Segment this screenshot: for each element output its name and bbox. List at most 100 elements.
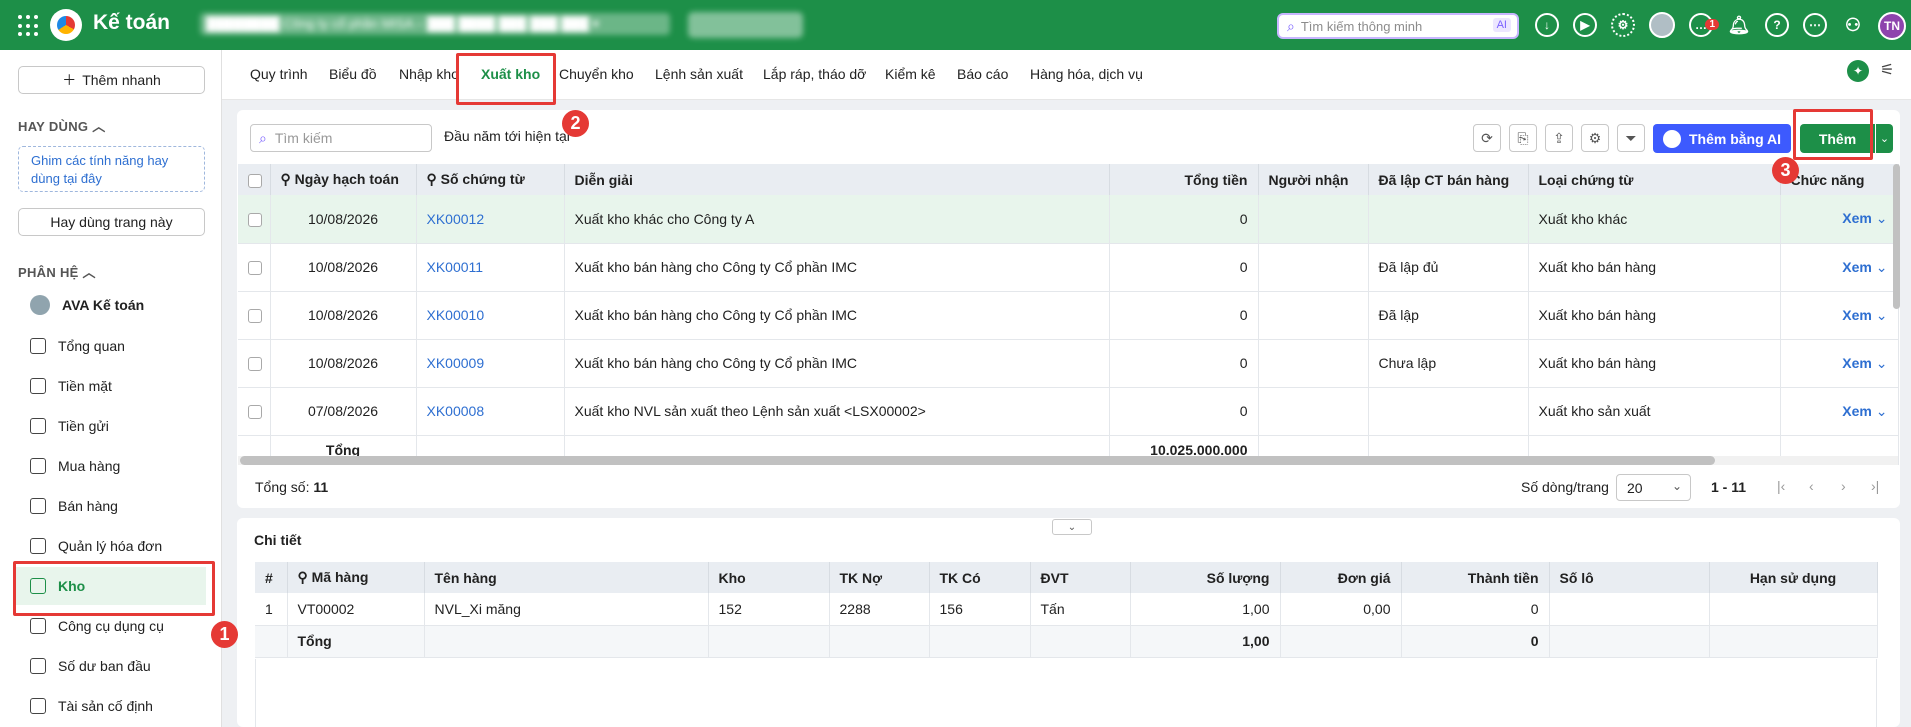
- tab-goods-services[interactable]: Hàng hóa, dịch vụ: [1030, 66, 1143, 82]
- assistant-avatar[interactable]: [1649, 12, 1675, 38]
- tab-transfer[interactable]: Chuyển kho: [559, 66, 634, 82]
- settings-icon[interactable]: ⚙: [1581, 124, 1609, 152]
- add-with-ai-button[interactable]: Thêm bằng AI: [1653, 124, 1791, 153]
- col-voucher-no[interactable]: ⚲ Số chứng từ: [416, 164, 565, 195]
- tab-reports[interactable]: Báo cáo: [957, 66, 1008, 82]
- col-description[interactable]: Diễn giải: [564, 164, 1110, 195]
- row-checkbox[interactable]: [238, 339, 271, 388]
- sidebar-item-fixed-assets[interactable]: Tài sản cố định: [16, 687, 206, 725]
- chevron-down-icon[interactable]: ⌄: [1876, 210, 1888, 226]
- list-search-input[interactable]: ⌕ Tìm kiếm: [250, 124, 432, 152]
- col-receiver[interactable]: Người nhận: [1258, 164, 1369, 195]
- col-item-name[interactable]: Tên hàng: [424, 562, 709, 593]
- more-icon[interactable]: ⋯: [1803, 13, 1827, 37]
- user-avatar[interactable]: TN: [1878, 12, 1906, 40]
- view-link[interactable]: Xem: [1842, 403, 1872, 419]
- voucher-link[interactable]: XK00010: [416, 291, 565, 340]
- tab-goods-receipt[interactable]: Nhập kho: [399, 66, 459, 82]
- add-button[interactable]: Thêm: [1800, 124, 1875, 153]
- sidebar-item-cash[interactable]: Tiền mặt: [16, 367, 206, 405]
- sidebar-item-ava[interactable]: AVA Kế toán: [16, 286, 206, 324]
- sidebar-item-opening-balance[interactable]: Số dư ban đầu: [16, 647, 206, 685]
- table-row[interactable]: 10/08/2026 XK00010 Xuất kho bán hàng cho…: [238, 291, 1899, 340]
- voucher-link[interactable]: XK00008: [416, 387, 565, 436]
- app-grid-icon[interactable]: [18, 15, 40, 37]
- tab-process[interactable]: Quy trình: [250, 66, 308, 82]
- year-selector[interactable]: [688, 12, 803, 38]
- col-total[interactable]: Tổng tiền: [1109, 164, 1259, 195]
- col-expiry[interactable]: Hạn sử dụng: [1709, 562, 1878, 593]
- table-row[interactable]: 10/08/2026 XK00011 Xuất kho bán hàng cho…: [238, 243, 1899, 292]
- view-link[interactable]: Xem: [1842, 210, 1872, 226]
- sidebar-item-sales[interactable]: Bán hàng: [16, 487, 206, 525]
- filter-icon[interactable]: ⏷: [1617, 124, 1645, 152]
- table-row[interactable]: 10/08/2026 XK00012 Xuất kho khác cho Côn…: [238, 195, 1899, 244]
- row-checkbox[interactable]: [238, 243, 271, 292]
- view-link[interactable]: Xem: [1842, 259, 1872, 275]
- tab-assembly[interactable]: Lắp ráp, tháo dỡ: [763, 66, 866, 82]
- tab-goods-issue[interactable]: Xuất kho: [481, 66, 540, 82]
- chevron-down-icon[interactable]: ⌄: [1876, 355, 1888, 371]
- voucher-link[interactable]: XK00012: [416, 195, 565, 244]
- sidebar-item-overview[interactable]: Tổng quan: [16, 327, 206, 365]
- sidebar-item-invoices[interactable]: Quản lý hóa đơn: [16, 527, 206, 565]
- lightbulb-icon[interactable]: ✦: [1847, 60, 1869, 82]
- paint-format-icon[interactable]: ⎘: [1509, 124, 1537, 152]
- col-sales-voucher[interactable]: Đã lập CT bán hàng: [1368, 164, 1529, 195]
- last-page-icon[interactable]: ›|: [1871, 478, 1879, 494]
- col-voucher-type[interactable]: Loại chứng từ: [1528, 164, 1781, 195]
- voucher-link[interactable]: XK00011: [416, 243, 565, 292]
- col-warehouse[interactable]: Kho: [708, 562, 830, 593]
- tab-charts[interactable]: Biểu đồ: [329, 66, 376, 82]
- sidebar-item-bank[interactable]: Tiền gửi: [16, 407, 206, 445]
- collapse-detail-icon[interactable]: ⌄: [1052, 519, 1092, 535]
- row-checkbox[interactable]: [238, 387, 271, 436]
- chat-icon[interactable]: … 1: [1689, 13, 1719, 37]
- table-row[interactable]: 10/08/2026 XK00009 Xuất kho bán hàng cho…: [238, 339, 1899, 388]
- chevron-down-icon[interactable]: ⌄: [1876, 259, 1888, 275]
- favorites-section-label[interactable]: HAY DÙNG ︿: [18, 116, 106, 135]
- chevron-down-icon[interactable]: ⌄: [1876, 307, 1888, 323]
- refresh-icon[interactable]: ⟳: [1473, 124, 1501, 152]
- next-page-icon[interactable]: ›: [1841, 478, 1846, 494]
- row-checkbox[interactable]: [238, 195, 271, 244]
- col-unit-price[interactable]: Đơn giá: [1280, 562, 1402, 593]
- tab-stocktake[interactable]: Kiểm kê: [885, 66, 936, 82]
- bell-icon[interactable]: 🔔︎: [1727, 13, 1751, 37]
- sidebar-item-purchase[interactable]: Mua hàng: [16, 447, 206, 485]
- tab-production-order[interactable]: Lệnh sản xuất: [655, 66, 743, 82]
- col-unit[interactable]: ĐVT: [1030, 562, 1131, 593]
- table-row[interactable]: 07/08/2026 XK00008 Xuất kho NVL sản xuất…: [238, 387, 1899, 436]
- sidebar-item-tools[interactable]: Công cụ dụng cụ: [16, 607, 206, 645]
- favorite-this-page-button[interactable]: Hay dùng trang này: [18, 208, 205, 236]
- page-size-select[interactable]: 20 ⌄: [1616, 474, 1691, 501]
- col-lot[interactable]: Số lô: [1549, 562, 1710, 593]
- col-item-code[interactable]: ⚲ Mã hàng: [287, 562, 425, 593]
- row-checkbox[interactable]: [238, 291, 271, 340]
- detail-row[interactable]: 1 VT00002 NVL_Xi măng 152 2288 156 Tấn 1…: [255, 593, 1878, 626]
- export-icon[interactable]: ⇪: [1545, 124, 1573, 152]
- period-filter[interactable]: Đầu năm tới hiện tại: [444, 128, 570, 144]
- view-link[interactable]: Xem: [1842, 355, 1872, 371]
- horizontal-scrollbar[interactable]: [240, 456, 1715, 465]
- vertical-scrollbar[interactable]: [1893, 164, 1900, 309]
- company-selector[interactable]: ████████ Công ty cổ phần MISA – ███ ████…: [200, 13, 670, 35]
- sidebar-item-warehouse[interactable]: Kho: [16, 567, 206, 605]
- col-amount[interactable]: Thành tiền: [1401, 562, 1550, 593]
- col-quantity[interactable]: Số lượng: [1130, 562, 1281, 593]
- help-icon[interactable]: ?: [1765, 13, 1789, 37]
- settings-icon[interactable]: ⚙: [1611, 13, 1635, 37]
- quick-add-button[interactable]: ＋ Thêm nhanh: [18, 66, 205, 94]
- add-dropdown-icon[interactable]: ⌄: [1876, 124, 1893, 153]
- prev-page-icon[interactable]: ‹: [1809, 478, 1814, 494]
- download-icon[interactable]: ↓: [1535, 13, 1559, 37]
- play-icon[interactable]: ▶: [1573, 13, 1597, 37]
- col-debit-account[interactable]: TK Nợ: [829, 562, 930, 593]
- select-all-checkbox[interactable]: [238, 164, 271, 195]
- filter-settings-icon[interactable]: ⚟: [1880, 60, 1898, 82]
- first-page-icon[interactable]: |‹: [1777, 478, 1785, 494]
- col-posting-date[interactable]: ⚲ Ngày hạch toán: [270, 164, 417, 195]
- smart-search-input[interactable]: ⌕ Tìm kiếm thông minh AI: [1277, 13, 1519, 39]
- add-user-icon[interactable]: ⚇: [1841, 13, 1865, 37]
- col-credit-account[interactable]: TK Có: [929, 562, 1031, 593]
